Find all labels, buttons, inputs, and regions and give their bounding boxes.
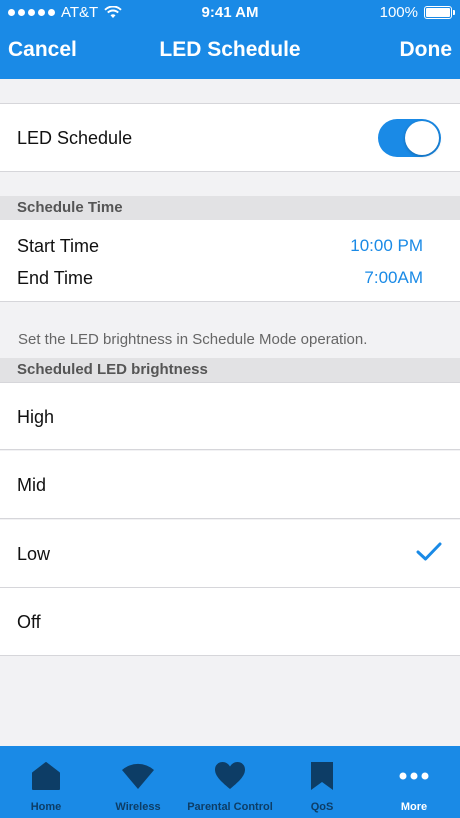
tab-qos[interactable]: QoS — [276, 746, 368, 818]
tab-label: Wireless — [115, 801, 161, 813]
schedule-time-group: Start Time 10:00 PM End Time 7:00AM — [0, 220, 460, 302]
tab-label: QoS — [310, 801, 334, 813]
brightness-option-label: High — [17, 407, 55, 427]
end-time-label: End Time — [17, 268, 94, 288]
tab-label: More — [400, 801, 428, 813]
toggle-knob — [405, 121, 439, 155]
page-title: LED Schedule — [159, 38, 301, 61]
brightness-option-label: Off — [17, 612, 41, 632]
top-bar: AT&T 9:41 AM 100% Cancel LED Schedule Do… — [0, 0, 460, 79]
home-icon — [32, 762, 60, 790]
end-time-value[interactable]: 7:00AM — [364, 268, 423, 288]
led-schedule-toggle[interactable] — [378, 119, 441, 157]
done-button[interactable]: Done — [400, 38, 453, 62]
tab-wireless[interactable]: Wireless — [92, 746, 184, 818]
led-schedule-row: LED Schedule — [0, 103, 460, 172]
battery-icon — [424, 6, 455, 19]
wireless-icon — [122, 763, 154, 789]
battery-percent: 100% — [379, 4, 418, 21]
brightness-info-text: Set the LED brightness in Schedule Mode … — [18, 331, 368, 348]
brightness-option-low[interactable]: Low — [0, 520, 460, 588]
heart-icon — [215, 762, 245, 789]
tab-home[interactable]: Home — [0, 746, 92, 818]
status-right: 100% — [379, 4, 455, 21]
status-bar: AT&T 9:41 AM 100% — [0, 0, 460, 26]
start-time-label: Start Time — [17, 236, 100, 256]
tab-bar: Home Wireless Parental Control QoS More — [0, 746, 460, 818]
brightness-option-mid[interactable]: Mid — [0, 451, 460, 519]
more-icon — [399, 772, 429, 780]
nav-bar: Cancel LED Schedule Done — [0, 26, 460, 79]
tab-more[interactable]: More — [368, 746, 460, 818]
bookmark-icon — [311, 762, 333, 790]
brightness-header: Scheduled LED brightness — [0, 358, 460, 382]
start-time-value[interactable]: 10:00 PM — [350, 236, 423, 256]
brightness-option-label: Mid — [17, 475, 47, 495]
brightness-option-off[interactable]: Off — [0, 588, 460, 656]
led-schedule-label: LED Schedule — [17, 128, 133, 148]
brightness-option-high[interactable]: High — [0, 382, 460, 450]
tab-label: Home — [30, 801, 62, 813]
schedule-time-header: Schedule Time — [0, 196, 460, 220]
tab-label: Parental Control — [187, 801, 273, 813]
brightness-option-label: Low — [17, 544, 51, 564]
tab-parental-control[interactable]: Parental Control — [184, 746, 276, 818]
checkmark-icon — [416, 542, 442, 561]
